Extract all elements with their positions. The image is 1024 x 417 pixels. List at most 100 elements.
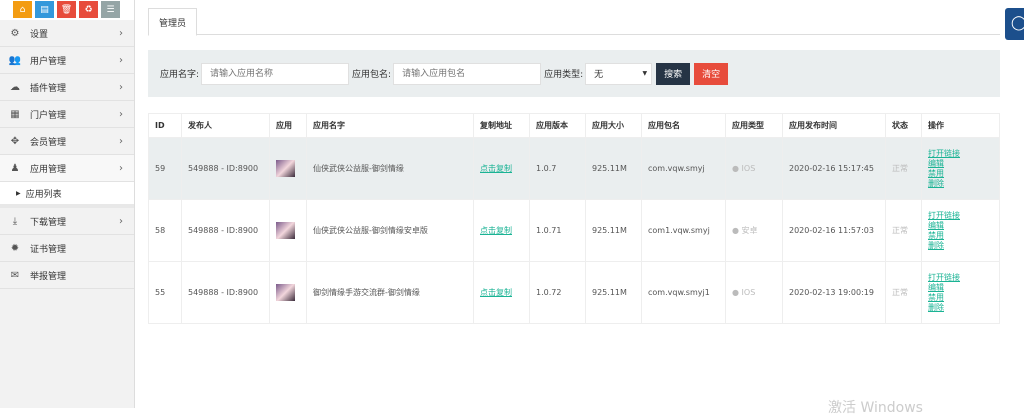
version-cell: 1.0.72 — [530, 262, 586, 324]
package-name-input[interactable] — [393, 63, 541, 85]
recycle-icon: ♻ — [84, 5, 92, 15]
app-name-label: 应用名字: — [160, 67, 199, 80]
time-cell: 2020-02-16 11:57:03 — [783, 200, 886, 262]
apple-icon: ● — [732, 288, 739, 297]
sidebar-item[interactable]: 👥用户管理› — [0, 47, 134, 74]
caret-right-icon: ▶ — [16, 190, 21, 197]
size-cell: 925.11M — [586, 262, 642, 324]
shortcut-bar: ⌂ ▤ 🗑 ♻ ☰ — [0, 0, 134, 20]
recycle-button[interactable]: ♻ — [79, 1, 98, 18]
column-header: 应用名字 — [307, 114, 474, 138]
home-button[interactable]: ⌂ — [13, 1, 32, 18]
list-button[interactable]: ☰ — [101, 1, 120, 18]
trash-icon: 🗑 — [61, 5, 72, 15]
app-type-select[interactable]: 无▼ — [585, 63, 652, 85]
copy-link[interactable]: 点击复制 — [480, 288, 529, 298]
action-link[interactable]: 编辑 — [928, 283, 999, 293]
tab-admin[interactable]: 管理员 — [148, 8, 197, 36]
action-link[interactable]: 禁用 — [928, 293, 999, 303]
sidebar-item[interactable]: ☁插件管理› — [0, 74, 134, 101]
app-type-label: 应用类型: — [544, 67, 583, 80]
app-name-cell: 仙侠武侠公益服-御剑情缘 — [307, 138, 474, 200]
action-link[interactable]: 删除 — [928, 303, 999, 313]
file-button[interactable]: ▤ — [35, 1, 54, 18]
table-row: 55 549888 - ID:8900 御剑情缘手游交流群-御剑情缘 点击复制 … — [149, 262, 1000, 324]
publisher-cell: 549888 - ID:8900 — [182, 262, 270, 324]
chevron-right-icon: › — [119, 82, 123, 93]
action-link[interactable]: 编辑 — [928, 221, 999, 231]
app-name-cell: 御剑情缘手游交流群-御剑情缘 — [307, 262, 474, 324]
menu-icon: ☁ — [8, 82, 22, 93]
caret-down-icon: ▼ — [643, 70, 648, 77]
sidebar-item[interactable]: ♟应用管理› — [0, 155, 134, 182]
status-cell: 正常 — [886, 262, 922, 324]
chevron-right-icon: › — [119, 55, 123, 66]
action-link[interactable]: 打开链接 — [928, 273, 999, 283]
action-link[interactable]: 禁用 — [928, 231, 999, 241]
chevron-right-icon: › — [119, 136, 123, 147]
id-cell: 55 — [149, 262, 182, 324]
action-link[interactable]: 编辑 — [928, 159, 999, 169]
package-name-label: 应用包名: — [352, 67, 391, 80]
column-header: 应用大小 — [586, 114, 642, 138]
package-cell: com1.vqw.smyj — [642, 200, 726, 262]
column-header: 复制地址 — [474, 114, 530, 138]
menu-icon: ♟ — [8, 163, 22, 174]
menu-icon: ✉ — [8, 270, 22, 281]
menu-icon: ✥ — [8, 136, 22, 147]
sidebar-item[interactable]: ⤓下载管理› — [0, 208, 134, 235]
menu-icon: ⤓ — [8, 216, 22, 227]
column-header: ID — [149, 114, 182, 138]
action-link[interactable]: 打开链接 — [928, 149, 999, 159]
action-link[interactable]: 删除 — [928, 241, 999, 251]
version-cell: 1.0.71 — [530, 200, 586, 262]
column-header: 应用包名 — [642, 114, 726, 138]
home-icon: ⌂ — [20, 5, 26, 15]
trash-button[interactable]: 🗑 — [57, 1, 76, 18]
action-link[interactable]: 打开链接 — [928, 211, 999, 221]
column-header: 应用 — [270, 114, 307, 138]
menu-icon: ✹ — [8, 243, 22, 254]
app-avatar — [276, 284, 295, 301]
sidebar-item[interactable]: ✥会员管理› — [0, 128, 134, 155]
sidebar-item[interactable]: ✹证书管理 — [0, 235, 134, 262]
search-button[interactable]: 搜索 — [656, 63, 690, 85]
app-avatar — [276, 160, 295, 177]
publisher-cell: 549888 - ID:8900 — [182, 200, 270, 262]
action-link[interactable]: 禁用 — [928, 169, 999, 179]
menu-icon: ▦ — [8, 109, 22, 120]
version-cell: 1.0.7 — [530, 138, 586, 200]
clear-button[interactable]: 清空 — [694, 63, 728, 85]
chevron-right-icon: › — [119, 216, 123, 227]
time-cell: 2020-02-16 15:17:45 — [783, 138, 886, 200]
sidebar: ⌂ ▤ 🗑 ♻ ☰ ⚙设置›👥用户管理›☁插件管理›▦门户管理›✥会员管理›♟应用管理›… — [0, 0, 135, 408]
menu-icon: ⚙ — [8, 28, 22, 39]
app-name-input[interactable] — [201, 63, 349, 85]
copy-link[interactable]: 点击复制 — [480, 164, 529, 174]
sidebar-item[interactable]: ▦门户管理› — [0, 101, 134, 128]
id-cell: 58 — [149, 200, 182, 262]
size-cell: 925.11M — [586, 200, 642, 262]
apple-icon: ● — [732, 164, 739, 173]
chat-button[interactable]: ◯ — [1005, 8, 1024, 40]
package-cell: com.vqw.smyj — [642, 138, 726, 200]
action-link[interactable]: 删除 — [928, 179, 999, 189]
sidebar-item[interactable]: ⚙设置› — [0, 20, 134, 47]
time-cell: 2020-02-13 19:00:19 — [783, 262, 886, 324]
table-row: 58 549888 - ID:8900 仙侠武侠公益服-御剑情缘安卓版 点击复制… — [149, 200, 1000, 262]
status-cell: 正常 — [886, 200, 922, 262]
column-header: 应用类型 — [726, 114, 783, 138]
publisher-cell: 549888 - ID:8900 — [182, 138, 270, 200]
windows-watermark: 激活 Windows — [828, 397, 923, 417]
status-cell: 正常 — [886, 138, 922, 200]
sidebar-item[interactable]: ✉举报管理 — [0, 262, 134, 289]
app-table: ID发布人应用应用名字复制地址应用版本应用大小应用包名应用类型应用发布时间状态操… — [148, 113, 1000, 324]
sidebar-subitem-app-list[interactable]: ▶应用列表 — [0, 182, 134, 208]
menu-icon: 👥 — [8, 55, 22, 66]
chevron-right-icon: › — [119, 163, 123, 174]
id-cell: 59 — [149, 138, 182, 200]
copy-link[interactable]: 点击复制 — [480, 226, 529, 236]
app-name-cell: 仙侠武侠公益服-御剑情缘安卓版 — [307, 200, 474, 262]
android-icon: ● — [732, 226, 739, 235]
size-cell: 925.11M — [586, 138, 642, 200]
